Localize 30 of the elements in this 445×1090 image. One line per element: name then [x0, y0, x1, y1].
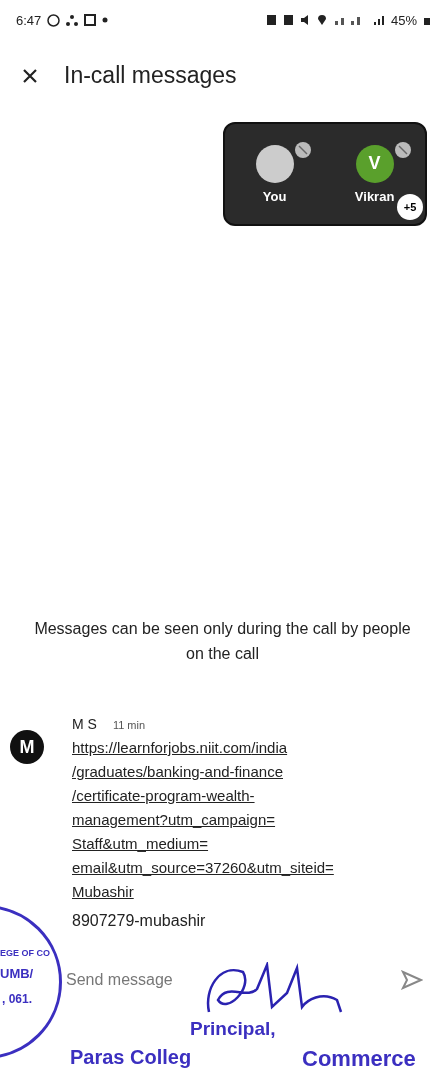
stamp-text: , 061. — [2, 992, 33, 1006]
stamp-text: Commerce — [302, 1046, 416, 1072]
signal-icon — [372, 14, 385, 26]
message-link[interactable]: https://learnforjobs.niit.com/india/graduates/banking-and-finance/certificate-program-wealth-management?utm_campaign=Staff&utm_medium=email&utm_source=37260&utm_siteid=Mubashir — [72, 736, 340, 904]
message-time: 11 min — [112, 719, 146, 731]
battery-level: 45% — [390, 12, 417, 28]
sender-avatar: M — [10, 730, 44, 764]
triangle-icon — [66, 14, 79, 26]
location-icon — [316, 14, 327, 26]
message-input[interactable]: Send message — [64, 970, 401, 990]
page-title: In-call messages — [64, 62, 237, 89]
send-icon — [401, 970, 423, 990]
stamp-text: UMB/ — [0, 966, 34, 981]
dot-icon — [102, 17, 109, 23]
send-button[interactable] — [401, 970, 423, 990]
more-count-badge: +5 — [397, 194, 423, 220]
close-icon — [22, 67, 38, 84]
message-text: 8907279-mubashir — [72, 912, 207, 930]
close-button[interactable] — [22, 67, 38, 84]
speaker-icon — [299, 14, 311, 26]
status-time: 6:47 — [16, 12, 42, 28]
participant-avatar: V — [355, 144, 394, 183]
avatar-placeholder — [255, 144, 294, 183]
stamp-text: EGE OF CO — [0, 948, 50, 958]
stamp-text: Paras Colleg — [70, 1046, 192, 1069]
participant-name: You — [262, 188, 287, 204]
participant-name: Vikran — [354, 188, 395, 204]
stamp-text: Principal, — [190, 1018, 276, 1040]
info-text: Messages can be seen only during the call by people on the call — [33, 619, 412, 664]
sender-name: M S — [72, 716, 97, 732]
